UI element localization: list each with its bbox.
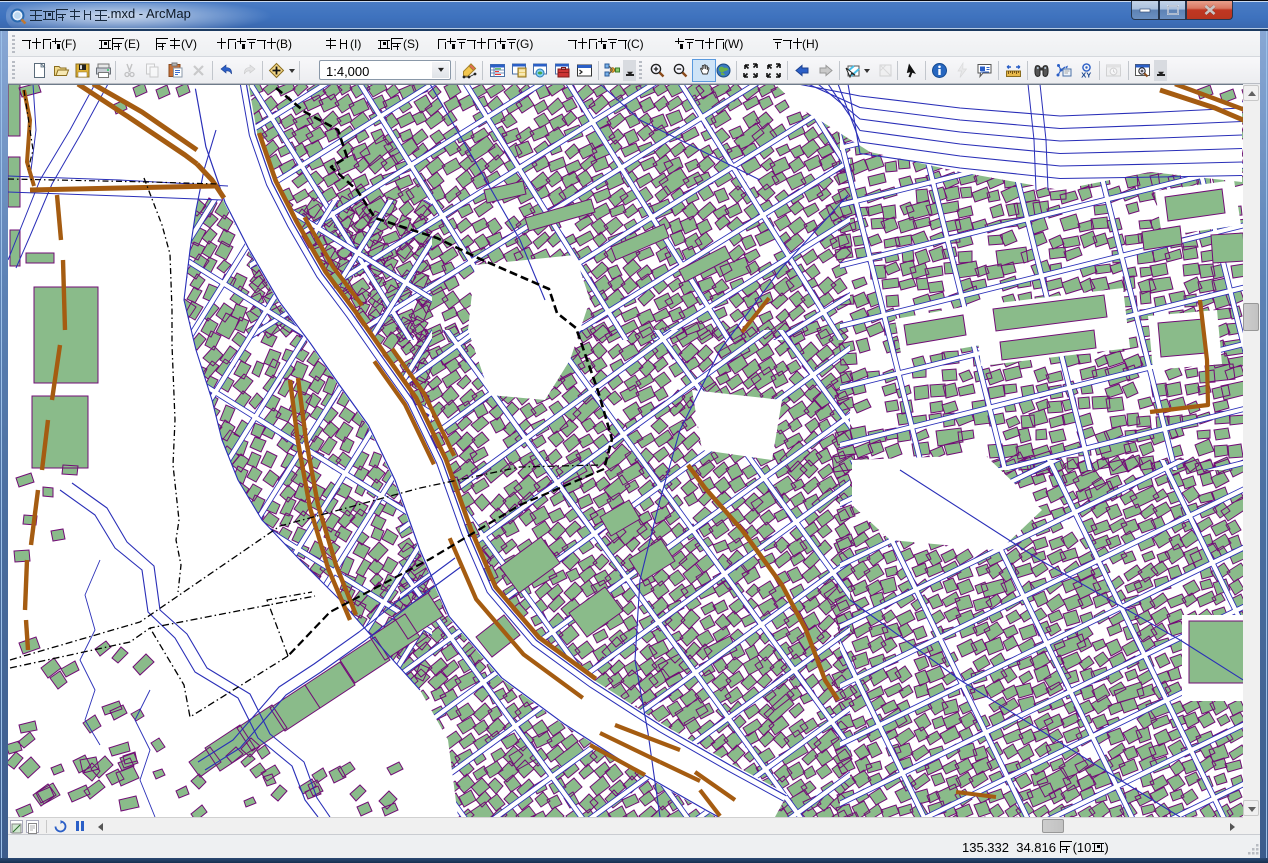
svg-text:XY: XY (1081, 71, 1091, 80)
